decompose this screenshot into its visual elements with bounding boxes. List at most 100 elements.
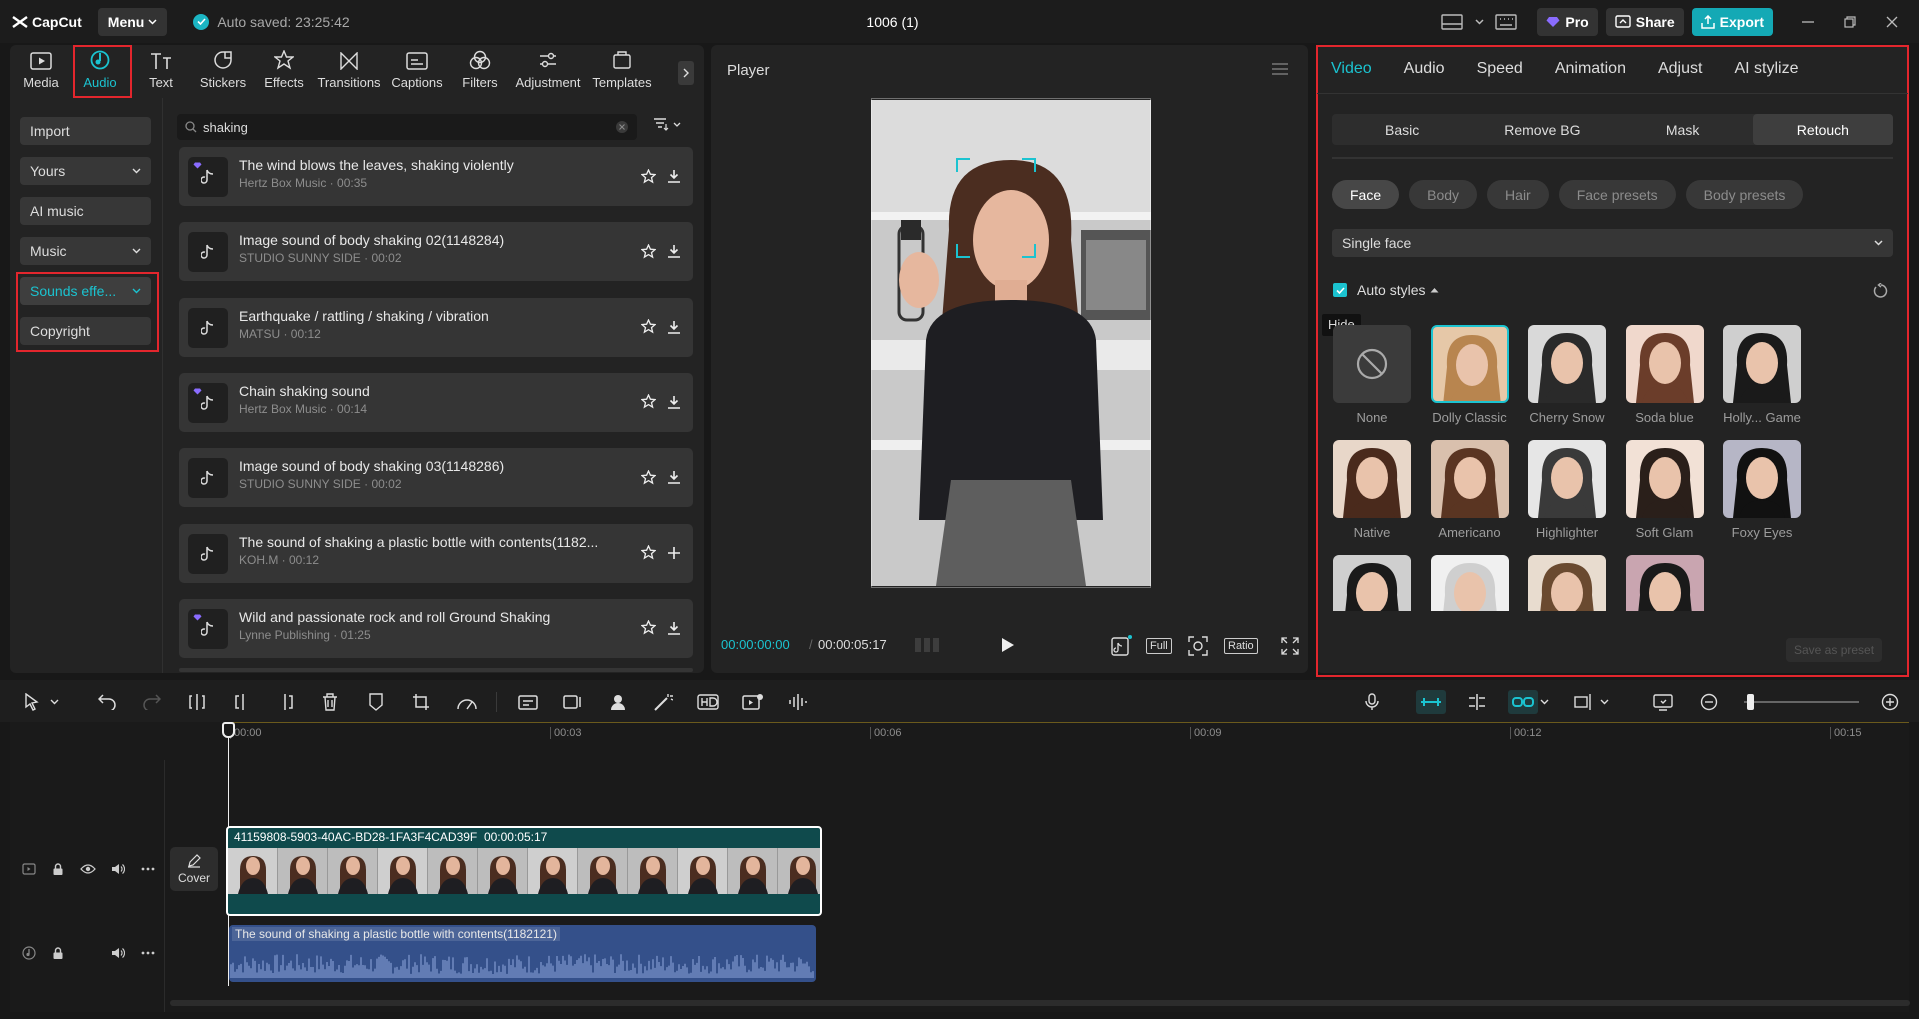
favorite-button[interactable] bbox=[637, 466, 659, 488]
add-button[interactable] bbox=[663, 542, 685, 564]
sidebar-item-sounds-effects[interactable]: Sounds effe... bbox=[20, 277, 151, 305]
lock-icon[interactable] bbox=[49, 944, 67, 962]
split-icon[interactable] bbox=[185, 690, 209, 714]
save-as-preset-button[interactable]: Save as preset bbox=[1786, 638, 1883, 662]
favorite-button[interactable] bbox=[637, 316, 659, 338]
timeline-grid-icon[interactable] bbox=[913, 636, 941, 654]
keyboard-icon[interactable] bbox=[1493, 8, 1519, 36]
fullscreen-icon[interactable] bbox=[1281, 637, 1299, 655]
tab-stickers[interactable]: Stickers bbox=[192, 47, 254, 95]
style-card[interactable]: Holly... Game bbox=[1723, 325, 1801, 425]
chevron-down-icon[interactable] bbox=[48, 690, 60, 714]
subtab-retouch[interactable]: Retouch bbox=[1752, 114, 1893, 145]
search-input[interactable]: shaking bbox=[203, 120, 609, 135]
sort-filter-button[interactable] bbox=[653, 117, 681, 131]
tiktok-preview-icon[interactable] bbox=[1110, 635, 1132, 657]
style-card[interactable]: Soft Glam bbox=[1625, 440, 1704, 540]
lock-icon[interactable] bbox=[49, 860, 67, 878]
download-button[interactable] bbox=[663, 391, 685, 413]
tab-audio[interactable]: Audio bbox=[1404, 60, 1445, 78]
sound-list-item[interactable]: Earthquake / rattling / shaking / vibrat… bbox=[179, 297, 693, 357]
style-card[interactable]: Soda blue bbox=[1625, 325, 1704, 425]
subtab-basic[interactable]: Basic bbox=[1332, 114, 1472, 145]
magic-wand-icon[interactable] bbox=[651, 690, 675, 714]
layout-icon[interactable] bbox=[1439, 8, 1465, 36]
style-card[interactable] bbox=[1333, 555, 1411, 611]
hd-icon[interactable] bbox=[696, 690, 720, 714]
marker-icon[interactable] bbox=[364, 690, 388, 714]
chevron-down-icon[interactable] bbox=[1473, 8, 1485, 36]
screen-icon[interactable] bbox=[1651, 690, 1675, 714]
zoom-out-icon[interactable] bbox=[1697, 690, 1721, 714]
tab-adjust[interactable]: Adjust bbox=[1658, 60, 1702, 78]
snap-icon[interactable] bbox=[1465, 690, 1489, 714]
download-button[interactable] bbox=[663, 165, 685, 187]
tab-templates[interactable]: Templates bbox=[586, 47, 658, 95]
style-card[interactable]: Americano bbox=[1430, 440, 1509, 540]
sidebar-item-music[interactable]: Music bbox=[20, 237, 151, 265]
auto-styles-toggle[interactable]: Auto styles bbox=[1357, 282, 1439, 298]
select-tool-icon[interactable] bbox=[20, 690, 44, 714]
cover-button[interactable]: Cover bbox=[170, 847, 218, 891]
eye-icon[interactable] bbox=[79, 860, 97, 878]
zoom-slider-handle[interactable] bbox=[1747, 694, 1754, 710]
more-icon[interactable] bbox=[139, 944, 157, 962]
tab-text[interactable]: Text bbox=[130, 47, 192, 95]
style-card[interactable]: Foxy Eyes bbox=[1723, 440, 1801, 540]
video-frame[interactable] bbox=[871, 100, 1151, 586]
tab-effects[interactable]: Effects bbox=[254, 47, 314, 95]
minimize-icon[interactable] bbox=[1795, 8, 1821, 36]
favorite-button[interactable] bbox=[637, 240, 659, 262]
style-card[interactable]: Cherry Snow bbox=[1528, 325, 1606, 425]
more-icon[interactable] bbox=[139, 860, 157, 878]
player-menu-icon[interactable] bbox=[1272, 63, 1288, 75]
favorite-button[interactable] bbox=[637, 542, 659, 564]
favorite-button[interactable] bbox=[637, 617, 659, 639]
sound-list-item[interactable]: Wild and passionate rock and roll Ground… bbox=[179, 598, 693, 658]
style-card[interactable]: Native bbox=[1333, 440, 1411, 540]
full-button[interactable]: Full bbox=[1146, 638, 1172, 654]
sound-list-item[interactable]: The sound of shaking a plastic bottle wi… bbox=[179, 523, 693, 583]
pill-hair[interactable]: Hair bbox=[1487, 180, 1549, 209]
share-button[interactable]: Share bbox=[1605, 7, 1684, 36]
style-card[interactable] bbox=[1430, 555, 1509, 611]
tab-transitions[interactable]: Transitions bbox=[314, 47, 384, 95]
tabs-scroll-right-button[interactable] bbox=[678, 61, 694, 85]
pro-button[interactable]: Pro bbox=[1537, 7, 1598, 36]
pill-face-presets[interactable]: Face presets bbox=[1558, 180, 1676, 209]
chevron-down-icon[interactable] bbox=[1598, 690, 1610, 714]
download-button[interactable] bbox=[663, 240, 685, 262]
crop-icon[interactable] bbox=[409, 690, 433, 714]
download-button[interactable] bbox=[663, 316, 685, 338]
style-card[interactable] bbox=[1528, 555, 1606, 611]
tab-media[interactable]: Media bbox=[12, 47, 70, 95]
subtab-mask[interactable]: Mask bbox=[1613, 114, 1753, 145]
volume-icon[interactable] bbox=[109, 944, 127, 962]
tab-video[interactable]: Video bbox=[1331, 60, 1372, 78]
redo-icon[interactable] bbox=[140, 690, 164, 714]
subtab-remove-bg[interactable]: Remove BG bbox=[1472, 114, 1612, 145]
sidebar-item-ai-music[interactable]: AI music bbox=[20, 197, 151, 225]
speed-curve-icon[interactable] bbox=[455, 690, 479, 714]
tab-audio[interactable]: Audio bbox=[70, 47, 130, 95]
download-button[interactable] bbox=[663, 617, 685, 639]
zoom-fit-icon[interactable] bbox=[1188, 636, 1208, 656]
sound-list-item[interactable]: The wind blows the leaves, shaking viole… bbox=[179, 147, 693, 206]
preview-axis-icon[interactable] bbox=[1572, 690, 1596, 714]
freeze-icon[interactable] bbox=[561, 690, 585, 714]
sound-list-item[interactable]: Chain shaking sound Hertz Box Music · 00:… bbox=[179, 372, 693, 432]
split-left-icon[interactable] bbox=[230, 690, 254, 714]
split-right-icon[interactable] bbox=[274, 690, 298, 714]
face-mode-select[interactable]: Single face bbox=[1332, 229, 1893, 257]
sidebar-item-yours[interactable]: Yours bbox=[20, 157, 151, 185]
close-icon[interactable] bbox=[1879, 8, 1905, 36]
undo-icon[interactable] bbox=[95, 690, 119, 714]
record-icon[interactable] bbox=[741, 690, 765, 714]
sound-list-item[interactable]: Image sound of body shaking 02(1148284) S… bbox=[179, 222, 693, 282]
reset-icon[interactable] bbox=[1873, 283, 1889, 299]
tab-captions[interactable]: Captions bbox=[384, 47, 450, 95]
video-clip[interactable]: 41159808-5903-40AC-BD28-1FA3F4CAD39F 00:… bbox=[226, 826, 822, 916]
menu-button[interactable]: Menu bbox=[97, 7, 168, 36]
main-track-magnet-icon[interactable] bbox=[1416, 690, 1446, 714]
favorite-button[interactable] bbox=[637, 391, 659, 413]
